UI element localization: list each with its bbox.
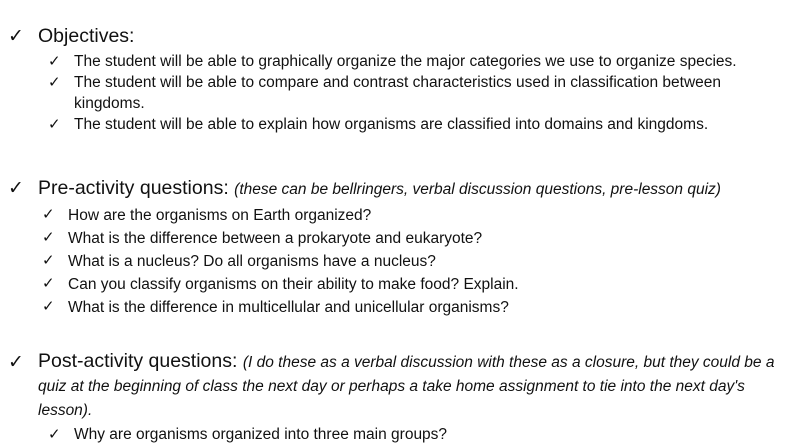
- post-activity-heading-row: ✓ Post-activity questions: (I do these a…: [8, 350, 794, 422]
- post-activity-heading: Post-activity questions:: [38, 350, 238, 372]
- checkmark-icon: ✓: [42, 228, 55, 246]
- question-text: Why are organisms organized into three m…: [74, 426, 448, 443]
- checkmark-icon: ✓: [48, 73, 61, 91]
- objectives-section: ✓ Objectives: ✓ The student will be able…: [8, 24, 794, 135]
- post-activity-heading-text: Post-activity questions: (I do these as …: [38, 350, 794, 422]
- objective-text: The student will be able to explain how …: [74, 116, 709, 133]
- checkmark-icon: ✓: [42, 251, 55, 269]
- pre-activity-heading-text: Pre-activity questions: (these can be be…: [38, 176, 721, 202]
- objectives-heading: Objectives:: [38, 25, 135, 47]
- list-item: ✓ How are the organisms on Earth organiz…: [42, 204, 794, 227]
- pre-activity-note: (these can be bellringers, verbal discus…: [234, 181, 721, 198]
- checkmark-icon: ✓: [8, 177, 24, 199]
- checkmark-icon: ✓: [42, 297, 55, 315]
- question-text: What is the difference between a prokary…: [68, 230, 483, 247]
- post-activity-list: ✓ Why are organisms organized into three…: [8, 424, 794, 445]
- question-text: How are the organisms on Earth organized…: [68, 207, 372, 224]
- post-activity-section: ✓ Post-activity questions: (I do these a…: [8, 350, 794, 445]
- checkmark-icon: ✓: [42, 274, 55, 292]
- list-item: ✓ Can you classify organisms on their ab…: [42, 273, 794, 296]
- checkmark-icon: ✓: [48, 115, 61, 133]
- list-item: ✓ What is a nucleus? Do all organisms ha…: [42, 250, 794, 273]
- pre-activity-heading-row: ✓ Pre-activity questions: (these can be …: [8, 176, 794, 202]
- pre-activity-list: ✓ How are the organisms on Earth organiz…: [8, 204, 794, 319]
- list-item: ✓ The student will be able to graphicall…: [48, 51, 794, 72]
- checkmark-icon: ✓: [42, 205, 55, 223]
- list-item: ✓ The student will be able to explain ho…: [48, 114, 794, 135]
- question-text: What is a nucleus? Do all organisms have…: [68, 253, 436, 270]
- checkmark-icon: ✓: [8, 25, 24, 47]
- list-item: ✓ What is the difference in multicellula…: [42, 296, 794, 319]
- list-item: ✓ What is the difference between a proka…: [42, 227, 794, 250]
- checkmark-icon: ✓: [8, 351, 24, 373]
- checkmark-icon: ✓: [48, 52, 61, 70]
- objective-text: The student will be able to compare and …: [74, 74, 722, 112]
- checkmark-icon: ✓: [48, 425, 61, 443]
- question-text: Can you classify organisms on their abil…: [68, 276, 519, 293]
- list-item: ✓ The student will be able to compare an…: [48, 72, 794, 114]
- pre-activity-heading: Pre-activity questions:: [38, 177, 229, 199]
- objectives-heading-row: ✓ Objectives:: [8, 24, 794, 48]
- document-page: ✓ Objectives: ✓ The student will be able…: [0, 0, 800, 445]
- list-item: ✓ Why are organisms organized into three…: [48, 424, 794, 445]
- objective-text: The student will be able to graphically …: [74, 53, 737, 70]
- question-text: What is the difference in multicellular …: [68, 299, 509, 316]
- objectives-list: ✓ The student will be able to graphicall…: [8, 51, 794, 135]
- pre-activity-section: ✓ Pre-activity questions: (these can be …: [8, 176, 794, 319]
